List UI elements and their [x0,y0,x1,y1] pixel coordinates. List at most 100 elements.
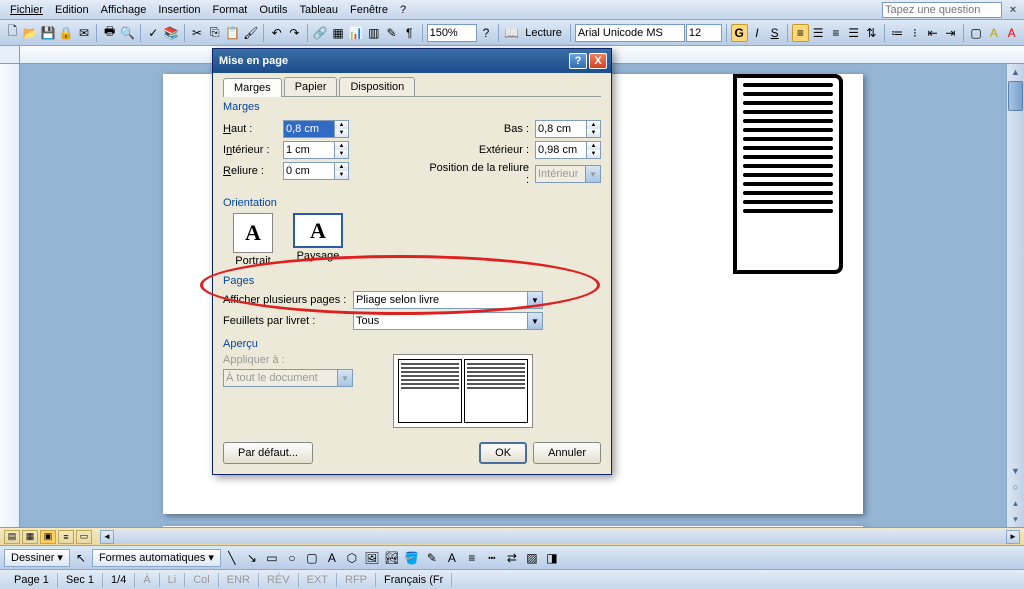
menu-tableau[interactable]: Tableau [294,2,345,18]
menu-fichier[interactable]: Fichier [4,2,49,18]
ask-question-input[interactable] [882,2,1002,18]
haut-input[interactable] [283,120,335,138]
excel-icon[interactable]: 📊 [347,24,364,42]
italic-button[interactable]: I [749,24,766,42]
ext-spinner[interactable]: ▲▼ [587,141,601,159]
doc-map-icon[interactable]: ¶ [401,24,418,42]
menu-help[interactable]: ? [394,2,412,18]
fill-color-icon[interactable]: 🪣 [403,549,421,567]
menu-format[interactable]: Format [207,2,254,18]
line-style-icon[interactable]: ≡ [463,549,481,567]
next-page-icon[interactable]: ▾ [1007,511,1024,527]
zoom-combo[interactable] [427,24,477,42]
int-spinner[interactable]: ▲▼ [335,141,349,159]
scroll-down-icon[interactable]: ▼ [1007,463,1024,479]
tab-selector[interactable] [0,46,20,63]
autoshapes-menu[interactable]: Formes automatiques ▾ [92,549,221,567]
permission-icon[interactable]: 🔒 [58,24,75,42]
spell-icon[interactable]: ✓ [145,24,162,42]
horizontal-scrollbar[interactable]: ◄ ► [100,530,1020,544]
arrow-style-icon[interactable]: ⇄ [503,549,521,567]
dialog-help-button[interactable]: ? [569,53,587,69]
reliure-input[interactable] [283,162,335,180]
dessiner-menu[interactable]: Dessiner ▾ [4,549,70,567]
font-combo[interactable] [575,24,685,42]
format-painter-icon[interactable]: 🖌 [242,24,259,42]
line-color-icon[interactable]: ✎ [423,549,441,567]
indent-icon[interactable]: ⇥ [942,24,959,42]
align-justify-icon[interactable]: ☰ [845,24,862,42]
help-icon[interactable]: ? [478,24,495,42]
ok-button[interactable]: OK [479,442,527,464]
orient-paysage[interactable]: A Paysage [293,213,343,267]
print-view-icon[interactable]: ▣ [40,530,56,544]
dash-style-icon[interactable]: ┅ [483,549,501,567]
textbox-icon[interactable]: ▢ [303,549,321,567]
highlight-icon[interactable]: A [985,24,1002,42]
table-icon[interactable]: ▦ [330,24,347,42]
diagram-icon[interactable]: ⬡ [343,549,361,567]
par-defaut-button[interactable]: Par défaut... [223,442,313,464]
font-color2-icon[interactable]: A [443,549,461,567]
dialog-close-button[interactable]: X [589,53,607,69]
menu-edition[interactable]: Edition [49,2,95,18]
scroll-thumb[interactable] [1008,81,1023,111]
hscroll-right-icon[interactable]: ► [1006,530,1020,544]
read-icon[interactable]: 📖 [503,24,520,42]
columns-icon[interactable]: ▥ [365,24,382,42]
annuler-button[interactable]: Annuler [533,442,601,464]
doc-close-icon[interactable]: × [1006,3,1020,17]
open-icon[interactable]: 📂 [22,24,39,42]
copy-icon[interactable]: ⎘ [206,24,223,42]
scroll-up-icon[interactable]: ▲ [1007,64,1024,80]
research-icon[interactable]: 📚 [163,24,180,42]
vertical-ruler[interactable] [0,64,20,527]
preview-icon[interactable]: 🔍 [119,24,136,42]
link-icon[interactable]: 🔗 [312,24,329,42]
print-icon[interactable]: 🖶 [101,24,118,42]
bas-spinner[interactable]: ▲▼ [587,120,601,138]
outdent-icon[interactable]: ⇤ [924,24,941,42]
dialog-titlebar[interactable]: Mise en page ? X [213,49,611,73]
outline-view-icon[interactable]: ≡ [58,530,74,544]
underline-button[interactable]: S [766,24,783,42]
new-doc-icon[interactable]: 🗋 [4,24,21,42]
arrow-icon[interactable]: ↘ [243,549,261,567]
interieur-input[interactable] [283,141,335,159]
undo-icon[interactable]: ↶ [268,24,285,42]
oval-icon[interactable]: ○ [283,549,301,567]
haut-spinner[interactable]: ▲▼ [335,120,349,138]
bold-button[interactable]: G [731,24,748,42]
align-center-icon[interactable]: ☰ [810,24,827,42]
line-spacing-icon[interactable]: ⇅ [863,24,880,42]
wordart-icon[interactable]: A [323,549,341,567]
menu-outils[interactable]: Outils [253,2,293,18]
redo-icon[interactable]: ↷ [286,24,303,42]
exterieur-input[interactable] [535,141,587,159]
tab-marges[interactable]: Marges [223,78,282,97]
normal-view-icon[interactable]: ▤ [4,530,20,544]
borders-icon[interactable]: ▢ [968,24,985,42]
3d-icon[interactable]: ◨ [543,549,561,567]
rect-icon[interactable]: ▭ [263,549,281,567]
size-combo[interactable] [686,24,722,42]
clipart-icon[interactable]: 🖼 [363,549,381,567]
prev-page-icon[interactable]: ▴ [1007,495,1024,511]
document-page-2[interactable] [163,526,863,527]
drawing-icon[interactable]: ✎ [383,24,400,42]
reliure-spinner[interactable]: ▲▼ [335,162,349,180]
menu-fenetre[interactable]: Fenêtre [344,2,394,18]
save-icon[interactable]: 💾 [40,24,57,42]
reading-view-icon[interactable]: ▭ [76,530,92,544]
web-view-icon[interactable]: ▦ [22,530,38,544]
tab-papier[interactable]: Papier [284,77,338,96]
numbering-icon[interactable]: ≔ [889,24,906,42]
shadow-icon[interactable]: ▨ [523,549,541,567]
menu-affichage[interactable]: Affichage [95,2,153,18]
vertical-scrollbar[interactable]: ▲ ▼ ○ ▴ ▾ [1006,64,1024,527]
multi-pages-select[interactable]: Pliage selon livre▼ [353,291,543,309]
align-right-icon[interactable]: ≡ [828,24,845,42]
hscroll-left-icon[interactable]: ◄ [100,530,114,544]
select-objects-icon[interactable]: ↖ [72,549,90,567]
font-color-icon[interactable]: A [1003,24,1020,42]
